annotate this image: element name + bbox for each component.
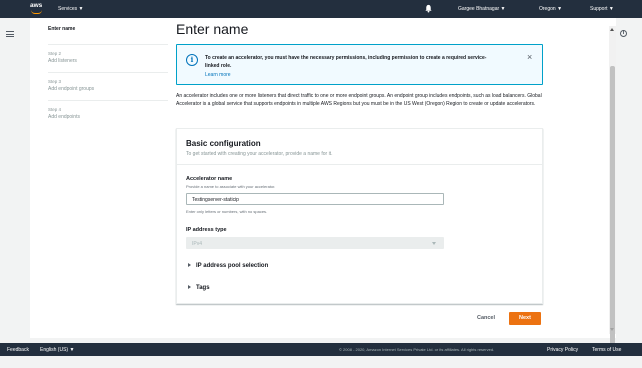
aws-logo[interactable]: aws <box>30 2 43 14</box>
intro-description: An accelerator includes one or more list… <box>176 93 542 107</box>
ip-address-type-value: IPv4 <box>192 241 203 247</box>
region-menu[interactable]: Oregon ▼ <box>539 6 562 12</box>
aws-logo-text: aws <box>30 2 43 9</box>
wizard-steps: Enter name Step 2 Add listeners Step 3 A… <box>48 26 168 120</box>
ip-address-type-label: IP address type <box>186 227 227 233</box>
learn-more-link[interactable]: Learn more <box>205 72 231 78</box>
aws-smile-icon <box>31 10 42 14</box>
info-panel-icon[interactable]: i <box>620 30 627 37</box>
step-current: Enter name <box>48 26 76 32</box>
tags-label: Tags <box>196 285 210 291</box>
basic-configuration-panel: Basic configuration To get started with … <box>176 128 543 304</box>
accelerator-name-description: Provide a name to associate with your ac… <box>186 184 276 189</box>
step-number: Step 3 <box>48 79 62 84</box>
accelerator-name-label: Accelerator name <box>186 176 233 182</box>
caret-down-icon <box>432 242 436 245</box>
accelerator-name-hint: Enter only letters or numbers, with no s… <box>186 209 268 214</box>
copyright-text: © 2008 - 2020, Amazon Internet Services … <box>339 347 495 352</box>
accelerator-name-input[interactable]: Testingserver-staticip <box>186 193 444 205</box>
step-item: Step 4 Add endpoints <box>48 107 168 120</box>
page-bottom-background <box>0 356 642 368</box>
scroll-up-icon[interactable] <box>610 28 614 31</box>
scroll-thumb[interactable] <box>610 66 615 352</box>
panel-subtitle: To get started with creating your accele… <box>186 151 333 157</box>
info-alert: i To create an accelerator, you must hav… <box>176 44 543 85</box>
alert-message: To create an accelerator, you must have … <box>205 55 487 69</box>
bell-icon[interactable] <box>424 4 433 13</box>
footer-bar: Feedback English (US) ▼ © 2008 - 2020, A… <box>0 343 642 356</box>
step-item: Step 2 Add listeners <box>48 51 168 64</box>
services-menu[interactable]: Services ▼ <box>58 6 84 12</box>
step-divider <box>48 44 168 45</box>
hamburger-menu-icon[interactable] <box>6 31 14 37</box>
language-selector[interactable]: English (US) ▼ <box>40 347 74 353</box>
next-button[interactable]: Next <box>509 312 541 325</box>
user-menu[interactable]: Gargee Bhatnagar ▼ <box>458 6 505 12</box>
step-label: Add endpoints <box>48 114 80 120</box>
step-divider <box>48 100 168 101</box>
ip-address-type-select: IPv4 <box>186 237 444 249</box>
close-icon[interactable]: × <box>527 53 532 62</box>
caret-right-icon <box>188 285 191 289</box>
support-menu[interactable]: Support ▼ <box>590 6 614 12</box>
terms-of-use-link[interactable]: Terms of Use <box>592 347 621 353</box>
scrollbar[interactable] <box>609 26 616 352</box>
step-number: Step 4 <box>48 107 62 112</box>
top-navigation-bar: aws Services ▼ Gargee Bhatnagar ▼ Oregon… <box>0 0 642 18</box>
tags-expander[interactable]: Tags <box>188 285 210 291</box>
info-icon: i <box>186 54 198 66</box>
panel-title: Basic configuration <box>186 139 261 148</box>
ip-address-pool-expander[interactable]: IP address pool selection <box>188 263 268 269</box>
step-divider <box>48 72 168 73</box>
panel-header: Basic configuration To get started with … <box>177 129 542 165</box>
step-number: Step 2 <box>48 51 62 56</box>
step-item: Step 3 Add endpoint groups <box>48 79 168 92</box>
step-label: Add listeners <box>48 58 77 64</box>
page-title: Enter name <box>176 21 249 37</box>
feedback-link[interactable]: Feedback <box>7 347 29 353</box>
privacy-policy-link[interactable]: Privacy Policy <box>547 347 578 353</box>
caret-right-icon <box>188 263 191 267</box>
step-label: Add endpoint groups <box>48 86 95 92</box>
cancel-button[interactable]: Cancel <box>466 312 506 325</box>
ip-address-pool-label: IP address pool selection <box>196 263 269 269</box>
scroll-down-icon[interactable] <box>610 328 614 331</box>
